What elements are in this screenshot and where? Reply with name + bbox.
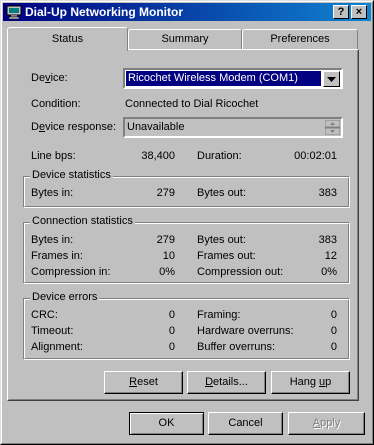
device-errors-title: Device errors (30, 291, 100, 303)
hardware-overruns-label: Hardware overruns: (197, 325, 294, 337)
frames-in-value: 10 (162, 250, 175, 262)
condition-label: Condition: (31, 98, 81, 110)
details-button[interactable]: Details... (187, 371, 266, 394)
compression-out-label: Compression out: (197, 266, 284, 278)
details-button-label: Details... (205, 376, 248, 388)
duration-value: 00:02:01 (294, 150, 337, 162)
close-button[interactable]: × (351, 5, 367, 19)
timeout-value: 0 (168, 325, 175, 337)
device-bytes-out-value: 383 (318, 187, 337, 199)
crc-label: CRC: (31, 309, 58, 321)
device-response-value: Unavailable (127, 121, 185, 133)
conn-bytes-in-label: Bytes in: (31, 234, 74, 246)
title-bar[interactable]: Dial-Up Networking Monitor ? × (3, 3, 371, 21)
device-response-label: Device response: (31, 121, 117, 133)
tab-summary[interactable]: Summary (128, 29, 242, 49)
device-select[interactable]: Ricochet Wireless Modem (COM1) (123, 68, 343, 89)
hang-up-button-label: Hang up (289, 376, 332, 388)
device-select-value: Ricochet Wireless Modem (COM1) (126, 71, 321, 86)
device-label: Device: (31, 72, 68, 84)
frames-in-label: Frames in: (31, 250, 83, 262)
device-statistics-title: Device statistics (30, 169, 113, 181)
cancel-button[interactable]: Cancel (208, 412, 283, 435)
buffer-overruns-label: Buffer overruns: (197, 341, 276, 353)
crc-value: 0 (168, 309, 175, 321)
hardware-overruns-value: 0 (330, 325, 337, 337)
tab-status[interactable]: Status (7, 27, 128, 51)
compression-out-value: 0% (321, 266, 337, 278)
help-button[interactable]: ? (333, 5, 349, 19)
condition-value: Connected to Dial Ricochet (125, 98, 259, 110)
window-title: Dial-Up Networking Monitor (25, 5, 183, 19)
hang-up-button[interactable]: Hang up (271, 371, 350, 394)
framing-label: Framing: (197, 309, 241, 321)
combo-dropdown-button[interactable] (323, 71, 340, 87)
tab-status-label: Status (51, 33, 84, 45)
alignment-label: Alignment: (31, 341, 83, 353)
tab-preferences[interactable]: Preferences (242, 29, 358, 49)
buffer-overruns-value: 0 (330, 341, 337, 353)
triangle-down-icon (327, 76, 336, 82)
alignment-value: 0 (168, 341, 175, 353)
apply-button-label: Apply (312, 417, 341, 429)
close-icon: × (355, 5, 363, 18)
dialup-monitor-window: Dial-Up Networking Monitor ? × Status Su… (0, 0, 374, 445)
device-bytes-out-label: Bytes out: (197, 187, 246, 199)
conn-bytes-in-value: 279 (156, 234, 175, 246)
compression-in-value: 0% (159, 266, 175, 278)
dial-up-monitor-icon (6, 5, 22, 20)
ok-button[interactable]: OK (129, 412, 204, 435)
tab-preferences-label: Preferences (270, 33, 330, 45)
line-bps-label: Line bps: (31, 150, 76, 162)
tab-summary-label: Summary (161, 33, 209, 45)
compression-in-label: Compression in: (31, 266, 111, 278)
device-bytes-in-value: 279 (156, 187, 175, 199)
duration-label: Duration: (197, 150, 242, 162)
spinner-icon[interactable] (325, 120, 340, 135)
reset-button[interactable]: Reset (104, 371, 183, 394)
conn-bytes-out-label: Bytes out: (197, 234, 246, 246)
ok-button-label: OK (158, 417, 175, 429)
frames-out-value: 12 (324, 250, 337, 262)
reset-button-label: Reset (129, 376, 158, 388)
frames-out-label: Frames out: (197, 250, 256, 262)
cancel-button-label: Cancel (228, 417, 263, 429)
apply-button[interactable]: Apply (288, 412, 365, 435)
help-icon: ? (337, 5, 345, 18)
device-response-field[interactable]: Unavailable (123, 117, 343, 138)
line-bps-value: 38,400 (141, 150, 175, 162)
connection-statistics-title: Connection statistics (30, 215, 135, 227)
conn-bytes-out-value: 383 (318, 234, 337, 246)
timeout-label: Timeout: (31, 325, 74, 337)
device-bytes-in-label: Bytes in: (31, 187, 74, 199)
framing-value: 0 (330, 309, 337, 321)
